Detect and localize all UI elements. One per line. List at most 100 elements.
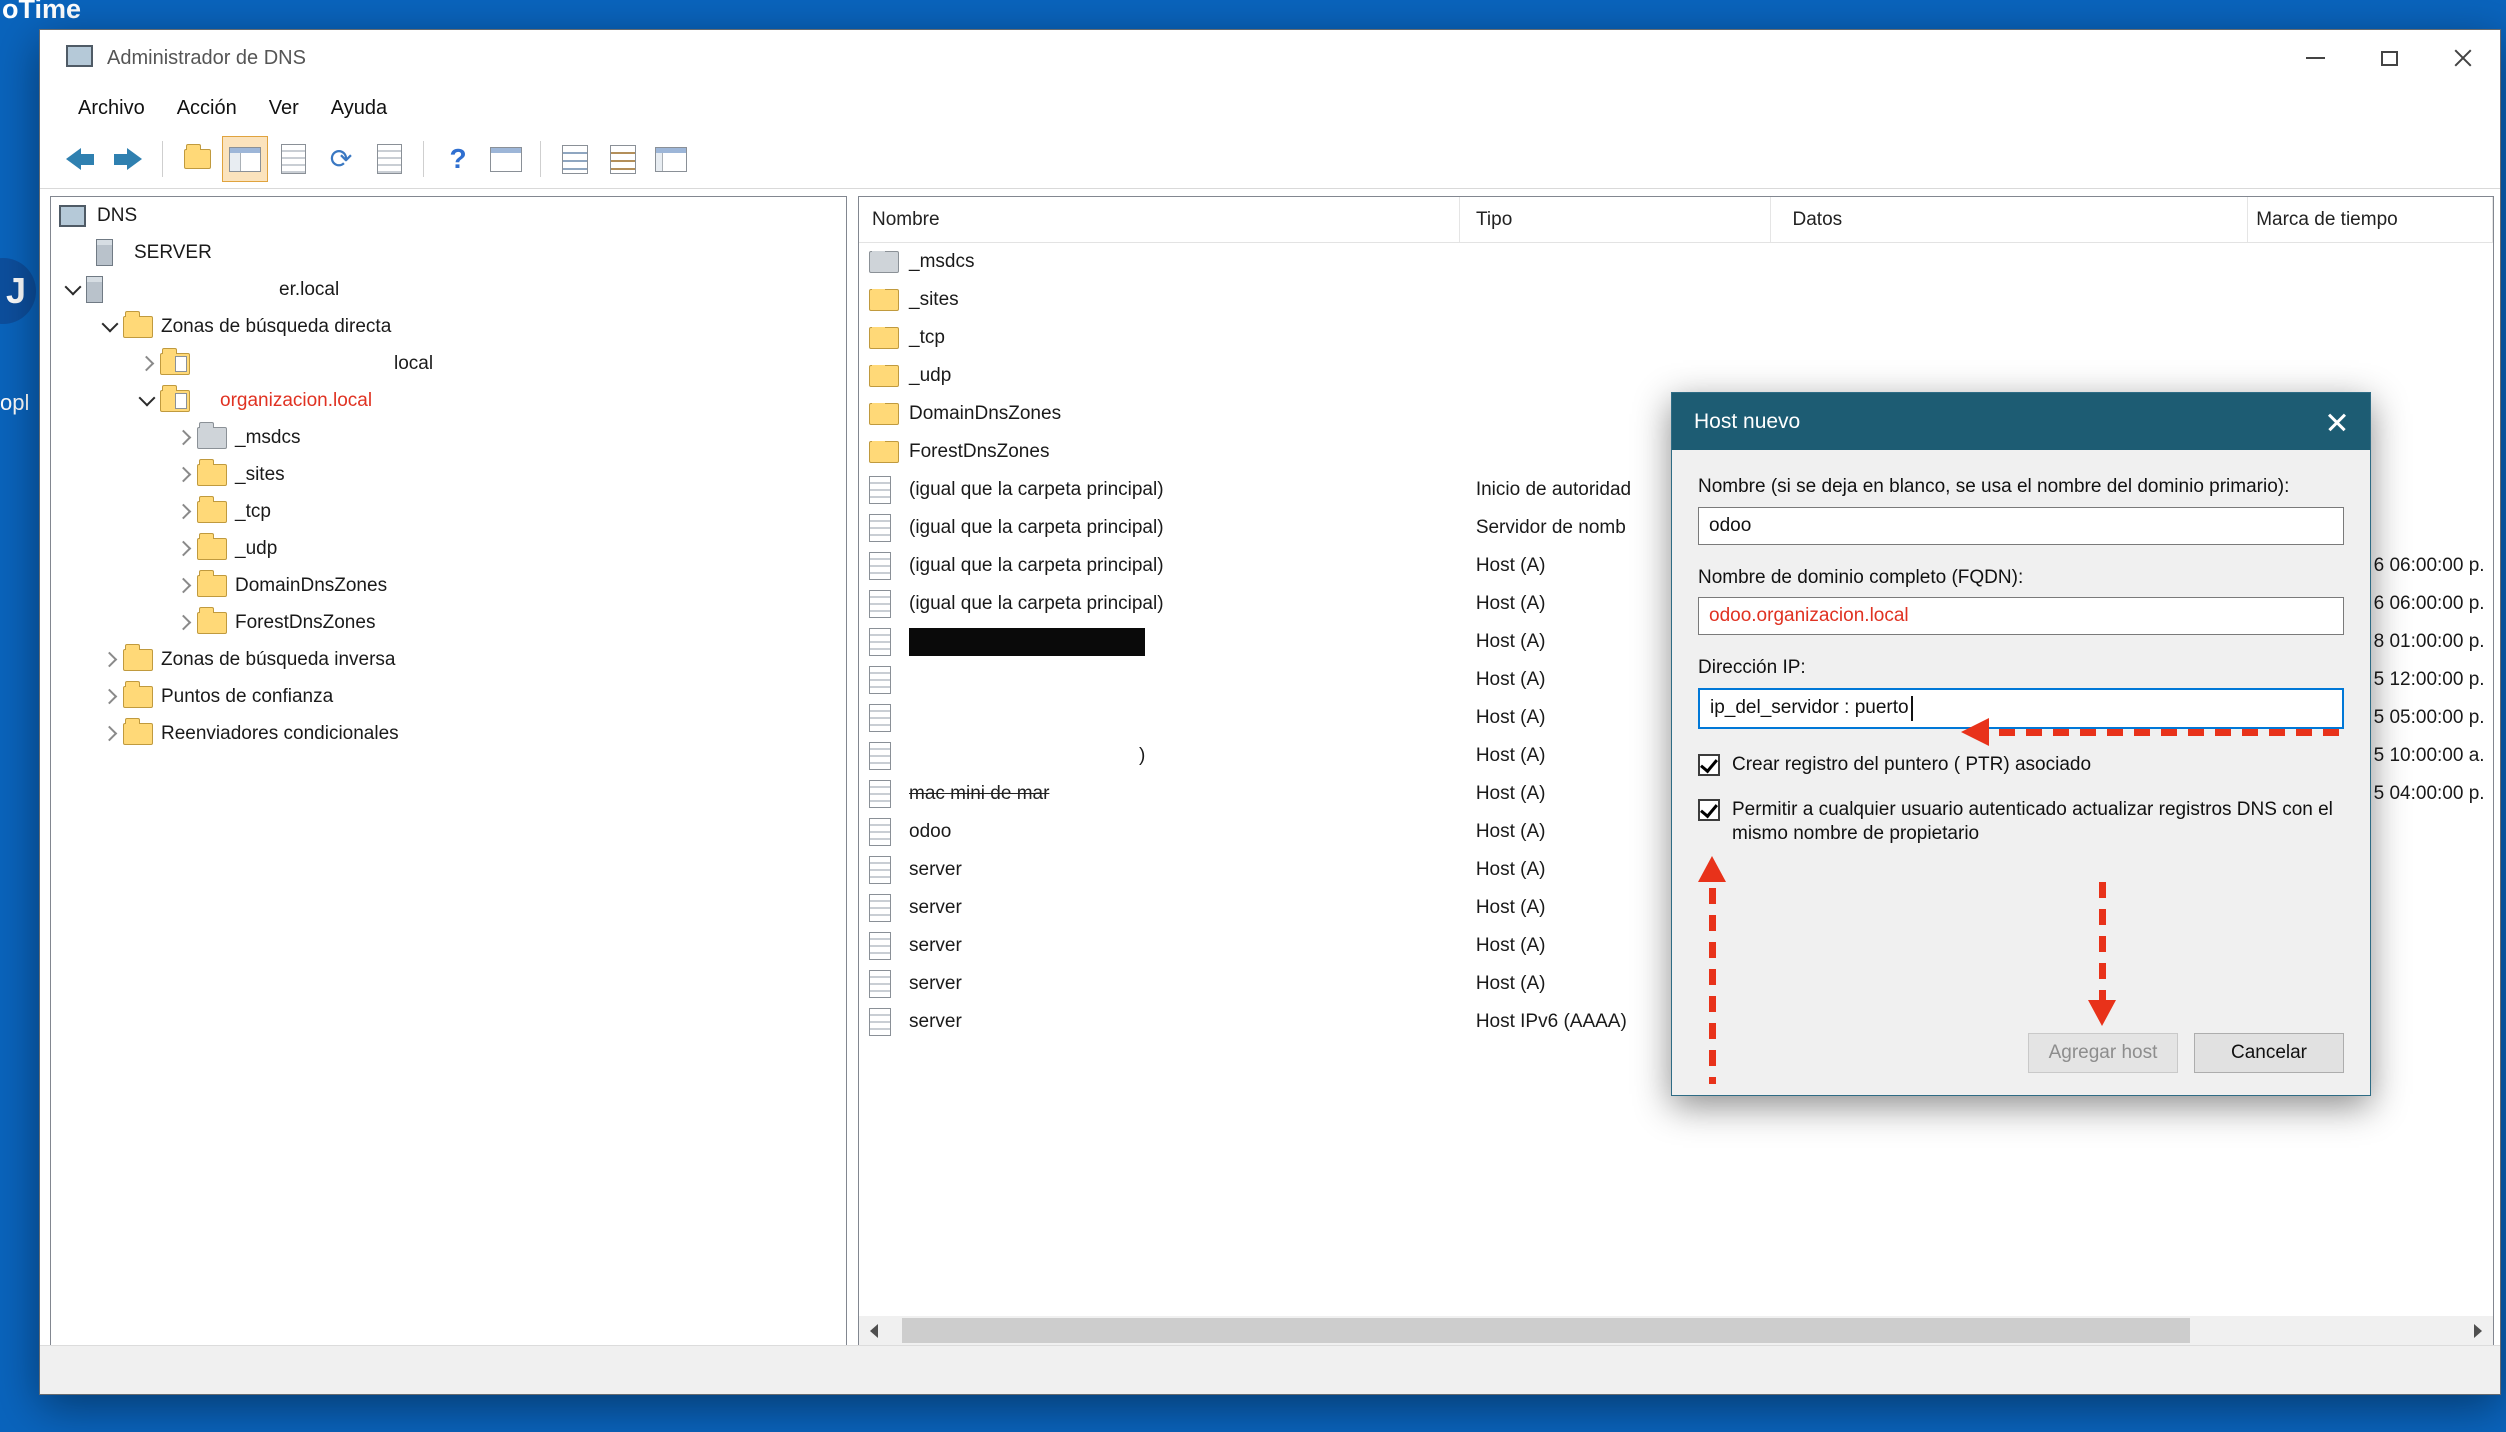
row-name-label: _tcp (909, 327, 945, 349)
ip-address-input[interactable]: ip_del_servidor : puerto (1698, 688, 2344, 729)
properties-icon[interactable] (270, 136, 316, 182)
chevron-right-icon[interactable] (170, 617, 197, 628)
column-header-nombre[interactable]: Nombre (859, 197, 1460, 242)
chevron-right-icon[interactable] (133, 358, 160, 369)
row-name-cell: mac mini de mar (859, 780, 1460, 808)
ptr-checkbox-row[interactable]: Crear registro del puntero ( PTR) asocia… (1698, 753, 2344, 778)
column-header-tipo[interactable]: Tipo (1460, 197, 1771, 242)
export-list-icon[interactable] (366, 136, 412, 182)
tree-item-organizacion-local[interactable]: organizacion.local (51, 382, 846, 419)
tree-item-label: _msdcs (235, 427, 300, 449)
chevron-right-icon[interactable] (96, 728, 123, 739)
help-icon[interactable]: ? (435, 136, 481, 182)
tree-item-er-local[interactable]: er.local (51, 271, 846, 308)
chevron-right-icon[interactable] (170, 469, 197, 480)
row-name-label: DomainDnsZones (909, 403, 1061, 425)
auth-update-checkbox[interactable] (1698, 799, 1720, 821)
column-header-marca-de-tiempo[interactable]: Marca de tiempo (2248, 197, 2493, 242)
console-window-icon[interactable] (483, 136, 529, 182)
horizontal-scrollbar[interactable] (859, 1316, 2493, 1345)
row-name-cell: ForestDnsZones (859, 441, 1460, 463)
tree-item-sites[interactable]: _sites (51, 456, 846, 493)
chevron-right-icon[interactable] (170, 543, 197, 554)
menu-archivo[interactable]: Archivo (62, 91, 161, 126)
list-row-sites[interactable]: _sites (859, 281, 2493, 319)
row-name-label: server (909, 935, 962, 957)
tree-item-label: local (394, 353, 433, 375)
menu-acci-n[interactable]: Acción (161, 91, 253, 126)
dns-app-icon (66, 45, 93, 72)
cancel-button[interactable]: Cancelar (2194, 1033, 2344, 1073)
tree-item-tcp[interactable]: _tcp (51, 493, 846, 530)
row-name-cell (859, 666, 1460, 694)
back-icon[interactable] (57, 136, 103, 182)
tree-item-zonas-de-b-squeda-directa[interactable]: Zonas de búsqueda directa (51, 308, 846, 345)
tree-item-label: _tcp (235, 501, 271, 523)
row-name-label: ) (1139, 745, 1145, 767)
row-name-cell (859, 704, 1460, 732)
tree-item-udp[interactable]: _udp (51, 530, 846, 567)
tree-item-label: organizacion.local (220, 390, 372, 412)
auth-update-checkbox-row[interactable]: Permitir a cualquier usuario autenticado… (1698, 798, 2344, 847)
record-icon (869, 856, 901, 884)
desktop-fragment-text: oTime (2, 0, 81, 25)
chevron-right-icon[interactable] (96, 691, 123, 702)
row-name-cell: _sites (859, 289, 1460, 311)
scrollbar-thumb[interactable] (902, 1318, 2190, 1343)
forward-icon[interactable] (105, 136, 151, 182)
folder-icon (197, 464, 233, 486)
new-window-icon[interactable] (648, 136, 694, 182)
record-list-icon[interactable] (600, 136, 646, 182)
folder-icon (197, 575, 233, 597)
window-title: Administrador de DNS (107, 47, 306, 70)
dialog-title: Host nuevo (1694, 410, 1800, 434)
list-row-tcp[interactable]: _tcp (859, 319, 2493, 357)
close-button[interactable] (2426, 30, 2500, 86)
annotation-arrowhead-left (1961, 718, 1989, 746)
chevron-down-icon[interactable] (96, 323, 123, 330)
scroll-left-icon (870, 1324, 878, 1338)
minimize-button[interactable] (2278, 30, 2352, 86)
record-icon (869, 552, 901, 580)
folder-icon (869, 289, 901, 311)
annotation-arrowhead-up (1698, 856, 1726, 882)
annotation-dashed-line-vertical-right (2099, 882, 2106, 1000)
tree-item-server[interactable]: SERVER (51, 234, 846, 271)
tree-item-forestdnszones[interactable]: ForestDnsZones (51, 604, 846, 641)
row-name-cell (859, 628, 1460, 656)
list-row-udp[interactable]: _udp (859, 357, 2493, 395)
menu-ver[interactable]: Ver (253, 91, 315, 126)
dialog-close-button[interactable] (2304, 393, 2370, 450)
chevron-down-icon[interactable] (133, 397, 160, 404)
tree-item-puntos-de-confianza[interactable]: Puntos de confianza (51, 678, 846, 715)
menu-ayuda[interactable]: Ayuda (315, 91, 403, 126)
show-hide-tree-icon[interactable] (222, 136, 268, 182)
chevron-right-icon[interactable] (170, 506, 197, 517)
up-level-icon[interactable] (174, 136, 220, 182)
server-list-icon[interactable] (552, 136, 598, 182)
scroll-left-button[interactable] (859, 1316, 889, 1345)
chevron-right-icon[interactable] (170, 580, 197, 591)
tree-item-zonas-de-b-squeda-inversa[interactable]: Zonas de búsqueda inversa (51, 641, 846, 678)
column-header-datos[interactable]: Datos (1771, 197, 2249, 242)
tree-item-dns[interactable]: DNS (51, 197, 846, 234)
chevron-down-icon[interactable] (59, 286, 86, 293)
maximize-button[interactable] (2352, 30, 2426, 86)
chevron-right-icon[interactable] (170, 432, 197, 443)
list-row-msdcs[interactable]: _msdcs (859, 243, 2493, 281)
chevron-right-icon[interactable] (96, 654, 123, 665)
tree-item-local[interactable]: local (51, 345, 846, 382)
tree-item-domaindnszones[interactable]: DomainDnsZones (51, 567, 846, 604)
maximize-icon (2381, 51, 2398, 66)
tree-item-reenviadores-condicionales[interactable]: Reenviadores condicionales (51, 715, 846, 752)
host-name-input[interactable]: odoo (1698, 507, 2344, 545)
toolbar-separator (423, 141, 424, 177)
ptr-checkbox[interactable] (1698, 754, 1720, 776)
scroll-right-button[interactable] (2463, 1316, 2493, 1345)
fqdn-label: Nombre de dominio completo (FQDN): (1698, 565, 2344, 591)
add-host-button[interactable]: Agregar host (2028, 1033, 2178, 1073)
desktop-app-logo[interactable]: J (0, 258, 36, 324)
tree-item-msdcs[interactable]: _msdcs (51, 419, 846, 456)
refresh-icon[interactable]: ⟳ (318, 136, 364, 182)
tree-item-label: Reenviadores condicionales (161, 723, 399, 745)
